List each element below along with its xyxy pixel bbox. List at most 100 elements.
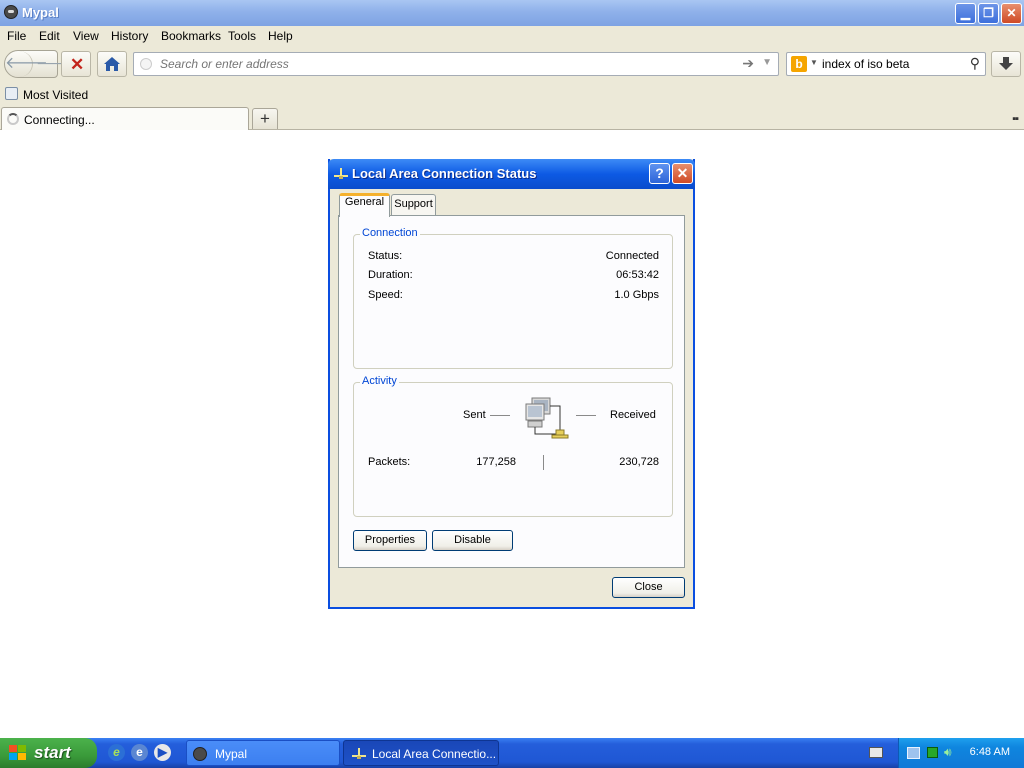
close-icon: ✕ xyxy=(676,165,689,181)
menu-bookmarks[interactable]: Bookmarks xyxy=(161,29,221,43)
menu-edit[interactable]: Edit xyxy=(39,29,60,43)
search-input[interactable] xyxy=(822,56,962,72)
close-window-button[interactable]: ✕ xyxy=(1001,3,1022,24)
engine-dropdown-icon[interactable]: ▼ xyxy=(810,58,818,67)
plus-icon: + xyxy=(260,109,270,128)
sent-label: Sent xyxy=(463,409,486,421)
connection-status-dialog: Local Area Connection Status ? ✕ General… xyxy=(328,159,695,609)
help-question-icon: ? xyxy=(655,165,664,181)
address-bar[interactable]: ➔ ▼ xyxy=(133,52,779,76)
start-button[interactable]: start xyxy=(0,738,97,768)
received-label: Received xyxy=(610,409,656,421)
clock: 6:48 AM xyxy=(969,746,1010,758)
bookmark-most-visited[interactable]: Most Visited xyxy=(23,88,88,102)
tab-support-label: Support xyxy=(394,198,433,210)
packets-sent-value: 177,258 xyxy=(476,456,516,468)
help-button[interactable]: ? xyxy=(649,163,670,184)
address-input[interactable] xyxy=(160,56,720,72)
activity-group-title: Activity xyxy=(360,375,399,387)
network-tray-icon[interactable] xyxy=(907,747,920,759)
taskbar-item-connection-status[interactable]: Local Area Connectio... xyxy=(343,740,499,766)
mypal-app-icon xyxy=(193,747,207,761)
taskbar-item-label: Local Area Connectio... xyxy=(372,747,497,761)
security-tray-icon[interactable] xyxy=(927,747,938,758)
dialog-title: Local Area Connection Status xyxy=(352,166,537,181)
taskbar-item-label: Mypal xyxy=(215,747,248,761)
menu-tools[interactable]: Tools xyxy=(228,29,256,43)
window-title: Mypal xyxy=(22,5,59,20)
speed-label: Speed: xyxy=(368,289,403,301)
tab-general-label: General xyxy=(344,196,385,208)
loading-spinner-icon xyxy=(7,113,19,125)
media-player-icon[interactable]: ▶ xyxy=(154,744,171,761)
bing-engine-icon[interactable]: b xyxy=(791,56,807,72)
downloads-button[interactable] xyxy=(991,51,1021,77)
status-value: Connected xyxy=(605,250,659,262)
windows-flag-icon xyxy=(9,745,27,761)
site-identity-icon[interactable] xyxy=(140,58,152,70)
dialog-close-x-button[interactable]: ✕ xyxy=(672,163,693,184)
duration-label: Duration: xyxy=(368,269,413,281)
browser-title-bar[interactable]: Mypal ▁ ❐ ✕ xyxy=(0,0,1024,26)
internet-explorer-icon[interactable]: e xyxy=(108,744,125,761)
search-bar[interactable]: b ▼ ⚲ xyxy=(786,52,986,76)
tab-strip: Connecting... + ▪▪ xyxy=(0,105,1024,130)
general-tab-panel: Connection Status: Connected Duration: 0… xyxy=(338,215,685,568)
connection-group: Connection Status: Connected Duration: 0… xyxy=(353,227,673,369)
go-arrow-icon[interactable]: ➔ xyxy=(742,55,754,72)
taskbar-item-mypal[interactable]: Mypal xyxy=(186,740,340,766)
tab-title: Connecting... xyxy=(24,113,95,127)
speed-value: 1.0 Gbps xyxy=(614,289,659,301)
duration-value: 06:53:42 xyxy=(616,269,659,281)
menu-help[interactable]: Help xyxy=(268,29,293,43)
search-icon[interactable]: ⚲ xyxy=(970,55,980,72)
sent-line xyxy=(490,415,510,416)
volume-tray-icon[interactable]: 🔊︎ xyxy=(944,745,952,760)
download-arrow-icon xyxy=(999,57,1013,70)
menu-view[interactable]: View xyxy=(73,29,99,43)
minimize-button[interactable]: ▁ xyxy=(955,3,976,24)
new-tab-button[interactable]: + xyxy=(252,108,278,129)
packets-label: Packets: xyxy=(368,456,411,468)
most-visited-folder-icon xyxy=(5,87,18,100)
connection-group-title: Connection xyxy=(360,227,420,239)
tab-general[interactable]: General xyxy=(339,193,390,217)
url-history-dropdown-icon[interactable]: ▼ xyxy=(762,57,772,68)
status-label: Status: xyxy=(368,250,403,262)
dialog-title-bar[interactable]: Local Area Connection Status ? ✕ xyxy=(328,159,695,189)
restore-icon: ❐ xyxy=(983,6,994,20)
menu-file[interactable]: File xyxy=(7,29,26,43)
menu-history[interactable]: History xyxy=(111,29,148,43)
restore-button[interactable]: ❐ xyxy=(978,3,999,24)
packets-received-value: 230,728 xyxy=(619,456,659,468)
mypal-app-icon[interactable] xyxy=(4,5,18,19)
home-button[interactable] xyxy=(97,51,127,77)
network-connection-icon xyxy=(352,748,366,759)
received-line xyxy=(576,415,596,416)
close-button[interactable]: Close xyxy=(612,577,685,598)
disable-button[interactable]: Disable xyxy=(432,530,513,551)
browser-tab[interactable]: Connecting... xyxy=(1,107,249,130)
forward-button[interactable]: 🡒 xyxy=(36,51,74,77)
minimize-icon: ▁ xyxy=(960,6,971,20)
home-icon xyxy=(104,57,120,71)
tab-support[interactable]: Support xyxy=(391,194,436,215)
close-icon: ✕ xyxy=(1006,6,1017,20)
tab-list-icon[interactable]: ▪▪ xyxy=(1012,113,1019,125)
stop-button[interactable]: ✕ xyxy=(61,51,91,77)
start-label: start xyxy=(34,743,71,762)
activity-group: Activity Sent Received Packets: 177,258 … xyxy=(353,375,673,517)
navigation-toolbar: 🡐 🡒 ✕ ➔ ▼ b ▼ ⚲ xyxy=(0,46,1024,84)
network-connection-icon xyxy=(334,168,348,179)
back-forward-group: 🡐 🡒 xyxy=(4,50,74,78)
taskbar: start e e ▶ Mypal Local Area Connectio..… xyxy=(0,738,1024,768)
bookmarks-toolbar: Most Visited xyxy=(0,84,1024,105)
quicklaunch-explorer-icon[interactable]: e xyxy=(131,744,148,761)
menu-bar: File Edit View History Bookmarks Tools H… xyxy=(0,26,1024,46)
keyboard-language-icon[interactable] xyxy=(869,747,883,758)
packets-divider xyxy=(543,455,544,470)
back-button[interactable]: 🡐 xyxy=(5,51,48,77)
stop-x-icon: ✕ xyxy=(70,55,85,74)
network-computers-icon xyxy=(525,397,569,439)
properties-button[interactable]: Properties xyxy=(353,530,427,551)
